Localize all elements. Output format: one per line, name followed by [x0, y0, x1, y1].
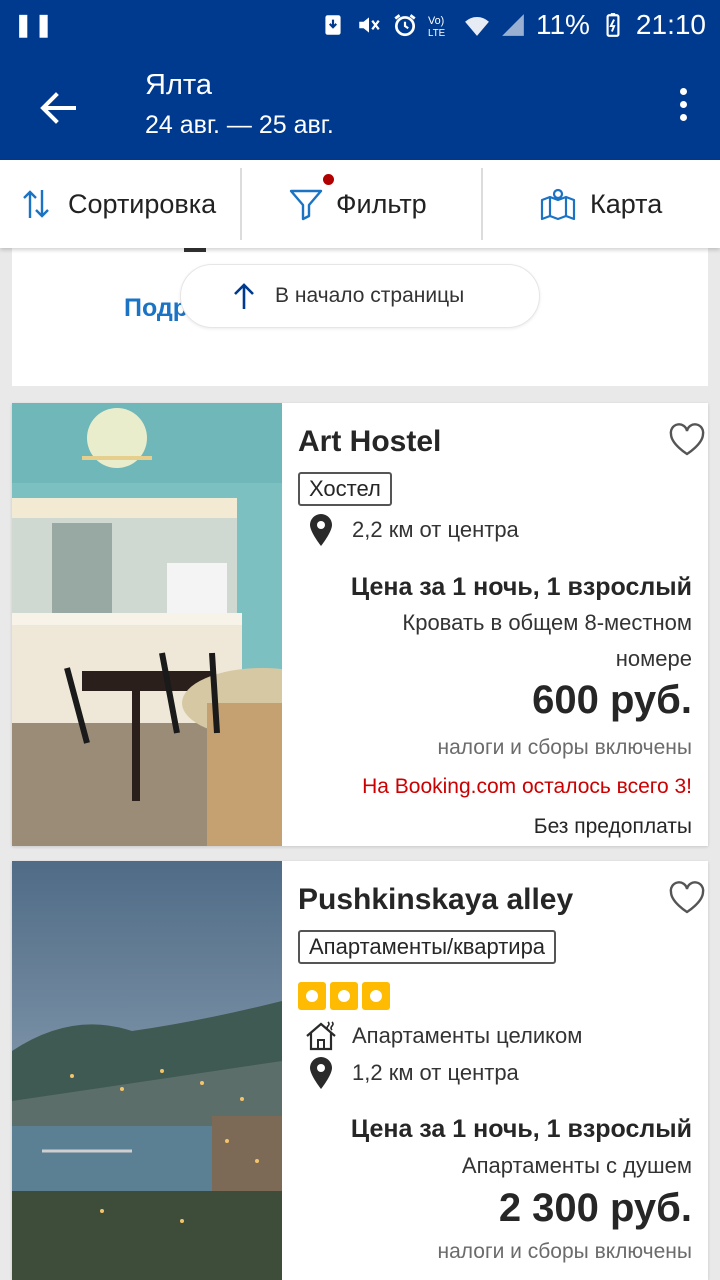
sort-label: Сортировка — [68, 188, 217, 219]
room-description: Апартаменты с душем — [461, 1153, 692, 1178]
arrow-up-icon — [234, 283, 254, 309]
results-toolbar: Сортировка Фильтр Карта — [0, 160, 720, 248]
filter-button[interactable]: Фильтр — [288, 160, 427, 248]
toolbar-divider — [240, 168, 242, 240]
page-title: Ялта — [145, 69, 212, 101]
map-label: Карта — [590, 188, 663, 219]
listing-info: Art Hostel Хостел 2,2 км от центра Цена … — [298, 403, 705, 846]
filter-funnel-icon — [289, 189, 323, 221]
active-filter-dot — [323, 174, 334, 185]
clock: 21:10 — [635, 9, 706, 40]
price-title: Цена за 1 ночь, 1 взрослый — [350, 1115, 692, 1143]
property-kind-row: Апартаменты целиком — [304, 1019, 582, 1053]
property-type-tag: Хостел — [298, 472, 392, 506]
sort-button[interactable]: Сортировка — [18, 160, 216, 248]
rating-square-icon — [298, 982, 326, 1010]
more-options-icon[interactable] — [674, 84, 692, 124]
no-prepayment-note: Без предоплаты — [533, 815, 692, 838]
taxes-note: налоги и сборы включены — [437, 736, 692, 759]
location-pin-icon — [310, 514, 332, 546]
taxes-note: налоги и сборы включены — [437, 1240, 692, 1263]
volte-icon: Vo)LTE — [428, 15, 446, 38]
room-description: Кровать в общем 8-местном — [402, 610, 692, 635]
wifi-icon — [465, 17, 489, 36]
map-icon — [540, 188, 576, 221]
distance-row: 2,2 км от центра — [304, 513, 519, 547]
clipped-text-fragment — [184, 248, 206, 252]
distance-text: 2,2 км от центра — [352, 517, 519, 542]
hotel-photo[interactable] — [12, 403, 282, 846]
distance-row: 1,2 км от центра — [304, 1056, 519, 1090]
mute-icon — [359, 17, 380, 33]
rating-square-icon — [330, 982, 358, 1010]
listing-card[interactable]: Art Hostel Хостел 2,2 км от центра Цена … — [12, 403, 708, 846]
heart-icon[interactable] — [668, 881, 706, 915]
price: 600 руб. — [532, 678, 692, 722]
star-rating — [298, 982, 390, 1010]
property-name[interactable]: Pushkinskaya alley — [298, 883, 573, 917]
room-description-cont: номере — [615, 646, 692, 671]
status-bar: ❚❚ Vo) LTE 11% 21:10 — [0, 0, 720, 50]
listing-info: Pushkinskaya alley Апартаменты/квартира … — [298, 861, 705, 1280]
date-range[interactable]: 24 авг. — 25 авг. — [145, 111, 334, 140]
property-type-tag: Апартаменты/квартира — [298, 930, 557, 964]
signal-icon — [502, 14, 524, 36]
listing-card[interactable]: Pushkinskaya alley Апартаменты/квартира … — [12, 861, 708, 1280]
sort-arrows-icon — [23, 190, 49, 218]
battery-icon — [606, 13, 620, 37]
property-name[interactable]: Art Hostel — [298, 425, 441, 459]
location-pin-icon — [310, 1057, 332, 1089]
back-arrow-icon[interactable] — [34, 84, 82, 132]
svg-text:LTE: LTE — [428, 28, 446, 38]
toolbar-divider — [481, 168, 483, 240]
svg-text:Vo): Vo) — [428, 15, 444, 27]
pause-icon: ❚❚ — [14, 12, 55, 37]
alarm-icon — [394, 14, 416, 37]
battery-percent: 11% — [535, 9, 590, 40]
details-link[interactable]: Подр — [124, 294, 188, 323]
scroll-to-top-label: В начало страницы — [275, 284, 465, 307]
filter-label: Фильтр — [336, 188, 427, 219]
availability-warning: На Booking.com осталось всего 3! — [362, 775, 692, 798]
price: 2 300 руб. — [498, 1186, 692, 1230]
app-bar: Ялта 24 авг. — 25 авг. — [0, 50, 720, 160]
price-title: Цена за 1 ночь, 1 взрослый — [350, 573, 692, 601]
scroll-to-top-button[interactable]: В начало страницы — [180, 264, 540, 328]
download-icon — [325, 15, 341, 35]
house-icon — [306, 1021, 336, 1051]
map-button[interactable]: Карта — [540, 160, 662, 248]
property-kind-text: Апартаменты целиком — [352, 1023, 583, 1048]
distance-text: 1,2 км от центра — [352, 1060, 519, 1085]
rating-square-icon — [362, 982, 390, 1010]
hotel-photo[interactable] — [12, 861, 282, 1280]
heart-icon[interactable] — [668, 423, 706, 457]
